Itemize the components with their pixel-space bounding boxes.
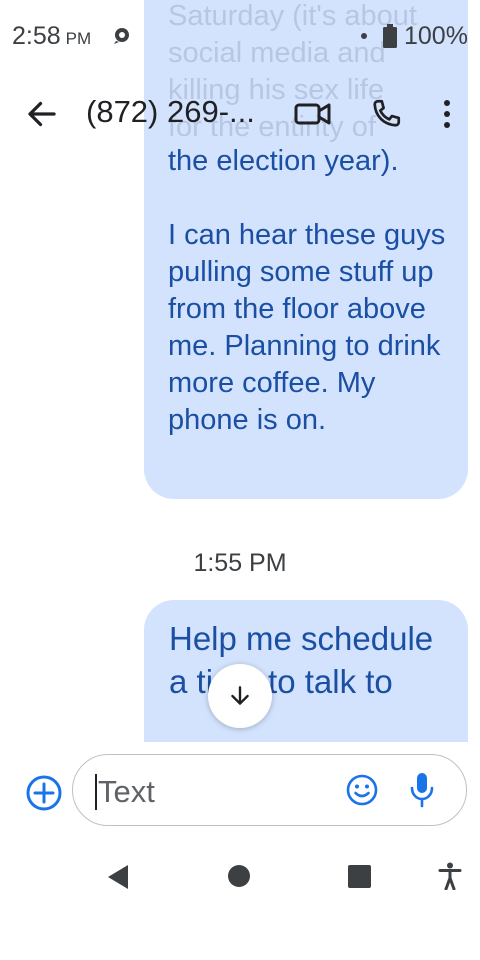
message-input-placeholder: Text xyxy=(98,774,155,809)
message-input[interactable]: Text xyxy=(72,754,467,826)
nav-back-icon[interactable] xyxy=(106,864,130,890)
status-time: 2:58 PM xyxy=(12,22,92,50)
app-bar: (872) 269-... xyxy=(0,72,480,156)
nav-recents-icon[interactable] xyxy=(348,865,371,888)
text-cursor xyxy=(95,774,97,810)
message-paragraph: I can hear these guys pulling some stuff… xyxy=(168,219,446,436)
message-text: the election year). I can hear these guy… xyxy=(168,143,458,439)
accessibility-icon[interactable] xyxy=(438,862,462,890)
scroll-to-bottom-button[interactable] xyxy=(208,664,272,728)
system-nav-bar xyxy=(0,842,480,960)
contact-title[interactable]: (872) 269-... xyxy=(86,94,255,130)
mic-icon[interactable] xyxy=(407,771,437,809)
emoji-icon[interactable] xyxy=(345,773,379,807)
arrow-down-icon xyxy=(231,686,249,705)
video-call-icon[interactable] xyxy=(294,98,332,130)
status-bar: 2:58 PM 100% xyxy=(0,0,480,72)
signal-dot-icon xyxy=(361,33,367,39)
battery-icon xyxy=(383,24,397,48)
message-timestamp: 1:55 PM xyxy=(193,549,287,577)
add-circle-icon[interactable] xyxy=(24,773,64,813)
battery-percentage: 100% xyxy=(404,22,468,50)
message-bubble[interactable]: Help me schedule a time to talk to xyxy=(144,600,468,742)
back-arrow-icon[interactable] xyxy=(24,96,60,132)
more-vert-icon[interactable] xyxy=(434,96,460,132)
notification-icon xyxy=(114,28,129,44)
phone-icon[interactable] xyxy=(368,96,404,132)
compose-bar: Text xyxy=(0,742,480,842)
nav-home-icon[interactable] xyxy=(228,865,250,887)
